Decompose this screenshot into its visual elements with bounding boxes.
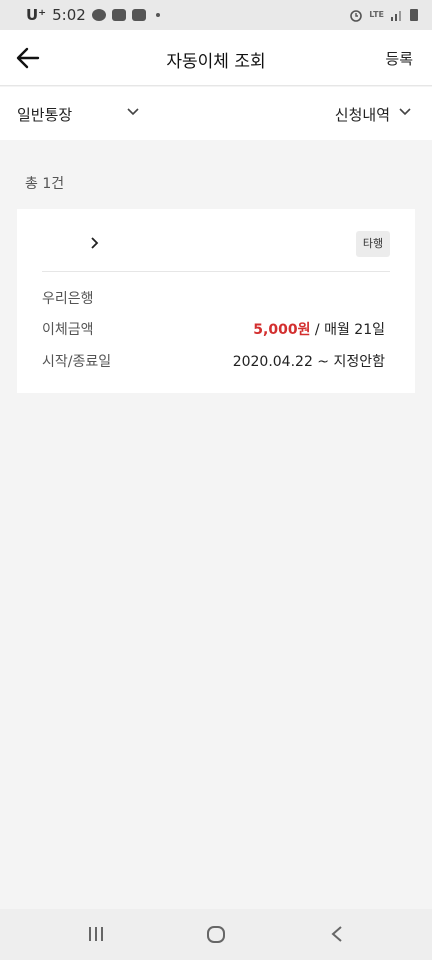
status-right: LTE [349, 8, 418, 22]
talk-notification-icon [91, 9, 106, 21]
filter-bar: 일반통장 신청내역 [0, 87, 432, 140]
period-value: 2020.04.22 ~ 지정안함 [232, 354, 385, 370]
schedule: / 매월 21일 [310, 322, 385, 338]
nav-back-icon[interactable] [328, 923, 346, 945]
clock: 5:02 [52, 6, 86, 24]
recent-apps-icon[interactable] [87, 923, 105, 945]
history-selector[interactable]: 신청내역 [335, 104, 390, 125]
network-type: LTE [369, 10, 384, 19]
more-notifications-icon [155, 13, 160, 17]
bank-type-badge: 타행 [356, 231, 390, 257]
account-selector[interactable]: 일반통장 [17, 104, 72, 125]
chevron-down-icon[interactable] [398, 107, 412, 117]
card-divider [42, 271, 390, 272]
carrier-label: U⁺ [26, 6, 47, 24]
page-title: 자동이체 조회 [166, 52, 266, 72]
chevron-down-icon[interactable] [126, 107, 140, 117]
bank-name: 우리은행 [42, 291, 94, 307]
amount-label: 이체금액 [42, 322, 94, 338]
alarm-icon [350, 10, 363, 22]
message-notification-icon [111, 9, 126, 21]
signal-icon [391, 11, 401, 21]
app-header: 자동이체 조회 등록 [0, 30, 432, 86]
total-count: 총 1건 [25, 176, 65, 192]
status-bar: U⁺ 5:02 LTE [0, 0, 432, 30]
chevron-right-icon[interactable] [90, 236, 100, 250]
image-notification-icon [131, 9, 146, 21]
system-nav-bar [0, 909, 432, 960]
period-label: 시작/종료일 [42, 354, 112, 370]
amount-value: 5,000원 / 매월 21일 [253, 319, 385, 339]
status-left: U⁺ 5:02 [26, 6, 160, 24]
amount: 5,000원 [253, 322, 311, 338]
home-icon[interactable] [206, 923, 226, 945]
battery-icon [410, 9, 418, 21]
transfer-card[interactable]: 타행 우리은행 이체금액 5,000원 / 매월 21일 시작/종료일 2020… [17, 209, 415, 393]
register-button[interactable]: 등록 [385, 48, 413, 69]
